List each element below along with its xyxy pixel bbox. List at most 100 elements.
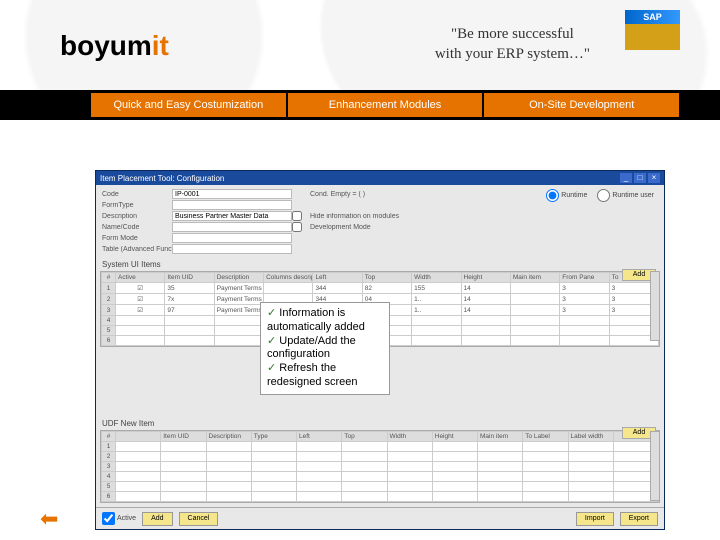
grid2-header: Item UID (161, 432, 206, 442)
grid1-cell: 14 (461, 283, 510, 294)
check-icon: ✓ (267, 307, 276, 319)
hide-checkbox[interactable] (292, 211, 302, 221)
grid2-header: Description (206, 432, 251, 442)
cancel-button[interactable]: Cancel (179, 512, 219, 526)
code-input[interactable] (172, 189, 292, 199)
grid2-header: Main item (478, 432, 523, 442)
namecode-label: Name/Code (102, 224, 172, 231)
grid1-cell (510, 283, 559, 294)
logo-text-1: boyum (60, 30, 152, 61)
formtype-input[interactable] (172, 200, 292, 210)
grid1-cell: 35 (165, 283, 214, 294)
grid1-cell: ☑ (116, 283, 165, 294)
table-row[interactable]: 3 (102, 462, 659, 472)
grid1-cell: Payment Terms (Folder) (214, 283, 263, 294)
hide-label: Hide information on modules (310, 213, 440, 220)
grid1-cell: 97 (165, 305, 214, 316)
grid1-cell: 3 (560, 305, 609, 316)
boyum-logo: boyumit (60, 30, 169, 62)
formmode-input[interactable] (172, 233, 292, 243)
export-button[interactable]: Export (620, 512, 658, 526)
namecode-input[interactable] (172, 222, 292, 232)
table-row[interactable]: 6 (102, 492, 659, 502)
grid1-header: Description (214, 273, 263, 283)
dev-label: Development Mode (310, 224, 440, 231)
nav-onsite[interactable]: On-Site Development (484, 93, 679, 117)
formmode-label: Form Mode (102, 235, 172, 242)
callout-line2: Update/Add the configuration (267, 335, 356, 361)
active-label: Active (117, 515, 136, 522)
grid2-header: Label width (568, 432, 613, 442)
udf-grid: #Item UIDDescriptionTypeLeftTopWidthHeig… (100, 430, 660, 503)
grid1-cell: Payment Terms (Label) (214, 294, 263, 305)
minimize-icon[interactable]: _ (620, 173, 632, 183)
dev-checkbox[interactable] (292, 222, 302, 232)
import-button[interactable]: Import (576, 512, 614, 526)
table-row[interactable]: 2 (102, 452, 659, 462)
grid1-cell (510, 294, 559, 305)
table-row[interactable]: 1☑35Payment Terms (Folder)344821551433 (102, 283, 659, 294)
grid1-cell: ☑ (116, 294, 165, 305)
table-row[interactable]: 4 (102, 472, 659, 482)
nav-enhancement[interactable]: Enhancement Modules (288, 93, 483, 117)
grid1-cell (510, 305, 559, 316)
grid2-header: Top (342, 432, 387, 442)
grid1-header: Width (412, 273, 461, 283)
logo-text-2: it (152, 30, 169, 61)
check-icon: ✓ (267, 335, 276, 347)
grid2-header (116, 432, 161, 442)
navbar: Quick and Easy Costumization Enhancement… (0, 90, 720, 120)
active-checkbox[interactable] (102, 512, 115, 525)
section2-title: UDF New Item (96, 417, 664, 430)
grid2-scrollbar[interactable] (650, 431, 660, 501)
callout-line3: Refresh the redesigned screen (267, 362, 358, 388)
grid2-header: Height (432, 432, 477, 442)
callout-line1: Information is automatically added (267, 307, 365, 333)
nav-customization[interactable]: Quick and Easy Costumization (91, 93, 286, 117)
table-label: Table (Advanced Function) (102, 246, 172, 253)
grid1-cell: 344 (313, 283, 362, 294)
grid2-header: Width (387, 432, 432, 442)
grid1-cell: 155 (412, 283, 461, 294)
grid1-cell: 3 (560, 294, 609, 305)
grid1-header: Top (362, 273, 411, 283)
info-callout: ✓ Information is automatically added ✓ U… (260, 302, 390, 395)
table-input[interactable] (172, 244, 292, 254)
grid1-header: From Pane (560, 273, 609, 283)
section1-title: System UI Items (96, 258, 664, 271)
cond-label: Cond. Empty = ( ) (310, 191, 440, 198)
bottom-bar: Active Add Cancel Import Export (96, 507, 664, 529)
grid1-cell: 7x (165, 294, 214, 305)
maximize-icon[interactable]: □ (634, 173, 646, 183)
table-row[interactable]: 1 (102, 442, 659, 452)
sap-label: SAP (625, 10, 680, 24)
grid1-cell: 14 (461, 294, 510, 305)
grid1-header: Left (313, 273, 362, 283)
grid2-header: Left (297, 432, 342, 442)
desc-input[interactable] (172, 211, 292, 221)
window-title: Item Placement Tool: Configuration (100, 174, 224, 183)
tagline-line1: "Be more successful (435, 25, 590, 45)
sap-badge: SAP (625, 10, 680, 50)
radio-runtime[interactable]: Runtime (546, 189, 587, 202)
desc-label: Description (102, 213, 172, 220)
grid1-header: Columns description (264, 273, 313, 283)
tagline: "Be more successful with your ERP system… (435, 25, 590, 64)
grid1-scrollbar[interactable] (650, 271, 660, 341)
radio-runtime-user[interactable]: Runtime user (597, 189, 654, 202)
bottom-add-button[interactable]: Add (142, 512, 172, 526)
grid1-cell: 14 (461, 305, 510, 316)
table-row[interactable]: 5 (102, 482, 659, 492)
code-label: Code (102, 191, 172, 198)
grid1-cell: ☑ (116, 305, 165, 316)
close-icon[interactable]: × (648, 173, 660, 183)
grid1-cell: 3 (560, 283, 609, 294)
tagline-line2: with your ERP system…" (435, 45, 590, 65)
grid1-cell: 82 (362, 283, 411, 294)
grid1-cell: 1.. (412, 305, 461, 316)
grid1-cell (264, 283, 313, 294)
grid2-header: Type (251, 432, 296, 442)
back-arrow-icon[interactable]: ⬅ (40, 506, 58, 532)
grid1-header: Main item (510, 273, 559, 283)
formtype-label: FormType (102, 202, 172, 209)
